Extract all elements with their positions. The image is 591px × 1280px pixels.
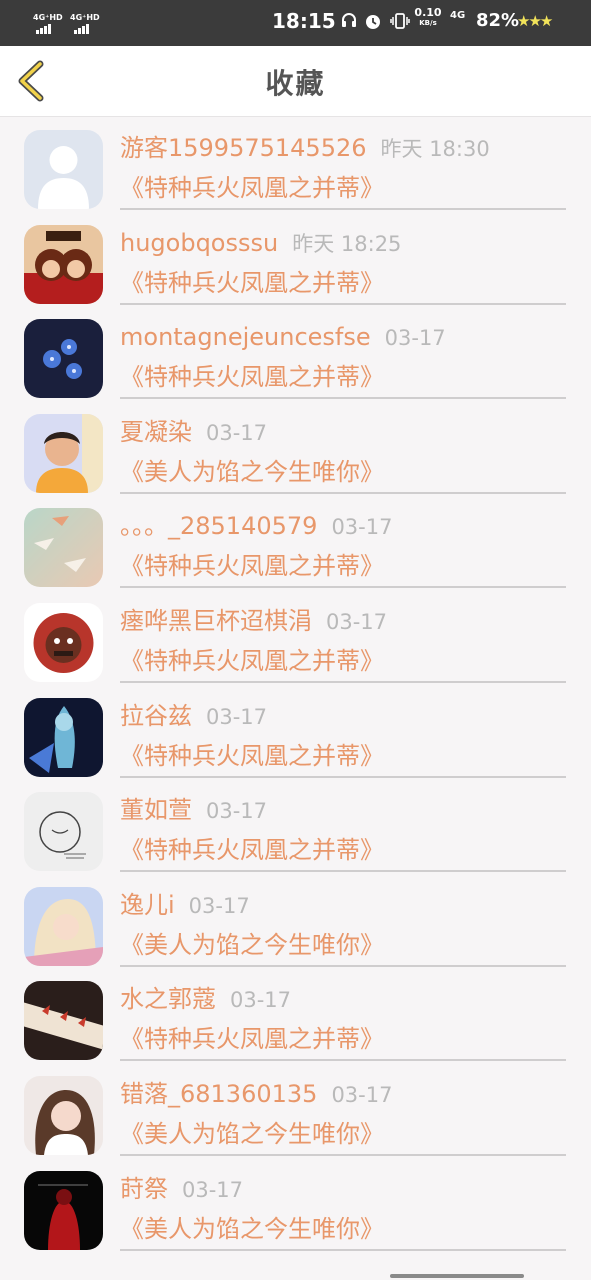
list-item[interactable]: hugobqosssu 昨天 18:25 《特种兵火凤凰之并蒂》 (0, 211, 591, 306)
item-header: 夏凝染 03-17 (120, 418, 267, 447)
timestamp: 03-17 (230, 988, 292, 1013)
item-header: 水之郭蔻 03-17 (120, 985, 291, 1014)
user-name[interactable]: 莳祭 (120, 1175, 168, 1203)
user-name[interactable]: 夏凝染 (120, 418, 192, 446)
sim1-label: 4G⁺HD (33, 13, 63, 22)
battery-level: 82% (476, 10, 520, 31)
network-speed: 0.10 KB/s (414, 7, 442, 28)
sim2-signal-icon (74, 24, 89, 34)
book-title[interactable]: 《特种兵火凤凰之并蒂》 (120, 647, 384, 675)
clock: 18:15 (272, 9, 336, 33)
stars-icon: ★★★ (517, 12, 553, 30)
timestamp: 03-17 (206, 420, 268, 445)
book-title[interactable]: 《特种兵火凤凰之并蒂》 (120, 742, 384, 770)
book-title[interactable]: 《特种兵火凤凰之并蒂》 (120, 174, 384, 202)
timestamp: 03-17 (331, 1082, 393, 1107)
book-title[interactable]: 《特种兵火凤凰之并蒂》 (120, 836, 384, 864)
book-title[interactable]: 《美人为馅之今生唯你》 (120, 1215, 384, 1243)
avatar[interactable] (24, 130, 103, 209)
vibrate-icon (390, 13, 410, 29)
user-name[interactable]: 游客1599575145526 (120, 134, 367, 162)
sim2-label: 4G⁺HD (70, 13, 100, 22)
list-item[interactable]: 莳祭 03-17 《美人为馅之今生唯你》 (0, 1157, 591, 1252)
timestamp: 03-17 (331, 515, 393, 540)
list-item[interactable]: 游客1599575145526 昨天 18:30 《特种兵火凤凰之并蒂》 (0, 116, 591, 211)
item-header: 。。。_285140579 03-17 (120, 512, 392, 541)
timestamp: 03-17 (182, 1177, 244, 1202)
list-item[interactable]: 董如萱 03-17 《特种兵火凤凰之并蒂》 (0, 778, 591, 873)
item-header: hugobqosssu 昨天 18:25 (120, 229, 401, 258)
sim1-signal-icon (36, 24, 51, 34)
book-title[interactable]: 《特种兵火凤凰之并蒂》 (120, 1025, 384, 1053)
avatar[interactable] (24, 413, 103, 493)
item-header: 董如萱 03-17 (120, 796, 267, 825)
user-name[interactable]: 董如萱 (120, 796, 192, 824)
book-title[interactable]: 《美人为馅之今生唯你》 (120, 458, 384, 486)
item-header: 拉谷兹 03-17 (120, 702, 267, 731)
user-name[interactable]: hugobqosssu (120, 229, 278, 257)
user-name[interactable]: 错落_681360135 (120, 1080, 317, 1108)
avatar[interactable] (24, 1170, 103, 1250)
timestamp: 03-17 (326, 609, 388, 634)
user-name[interactable]: 拉谷兹 (120, 702, 192, 730)
avatar[interactable] (24, 602, 103, 682)
scroll-indicator[interactable] (390, 1274, 524, 1278)
avatar[interactable] (24, 508, 103, 588)
headphone-icon (342, 13, 356, 27)
list-item[interactable]: 水之郭蔻 03-17 《特种兵火凤凰之并蒂》 (0, 967, 591, 1062)
book-title[interactable]: 《美人为馅之今生唯你》 (120, 931, 384, 959)
item-header: 错落_681360135 03-17 (120, 1080, 392, 1109)
item-header: 逸儿i 03-17 (120, 891, 250, 920)
avatar[interactable] (24, 1075, 103, 1155)
timestamp: 昨天 18:30 (380, 137, 490, 161)
status-bar: 4G⁺HD 4G⁺HD 18:15 0.10 KB/s 4G 82% ★★★ (0, 0, 591, 46)
nav-bar: 收藏 (0, 46, 591, 117)
list-item[interactable]: 夏凝染 03-17 《美人为馅之今生唯你》 (0, 400, 591, 495)
speed-unit: KB/s (419, 19, 437, 27)
timestamp: 03-17 (206, 704, 268, 729)
book-title[interactable]: 《美人为馅之今生唯你》 (120, 1120, 384, 1148)
user-name[interactable]: montagnejeuncesfse (120, 323, 371, 351)
avatar[interactable] (24, 697, 103, 777)
divider (120, 1248, 566, 1251)
avatar[interactable] (24, 224, 103, 304)
network-type: 4G (450, 10, 466, 21)
avatar[interactable] (24, 886, 103, 966)
item-header: 瘗哗黑巨杯迢棋涓 03-17 (120, 607, 387, 636)
book-title[interactable]: 《特种兵火凤凰之并蒂》 (120, 363, 384, 391)
speed-value: 0.10 (414, 6, 442, 19)
avatar[interactable] (24, 981, 103, 1061)
user-name[interactable]: 瘗哗黑巨杯迢棋涓 (120, 607, 312, 635)
avatar[interactable] (24, 319, 103, 399)
user-name[interactable]: 。。。_285140579 (120, 512, 317, 540)
list-item[interactable]: 错落_681360135 03-17 《美人为馅之今生唯你》 (0, 1062, 591, 1157)
item-header: montagnejeuncesfse 03-17 (120, 323, 446, 352)
page-title: 收藏 (265, 67, 326, 100)
avatar[interactable] (24, 792, 103, 872)
list-item[interactable]: 瘗哗黑巨杯迢棋涓 03-17 《特种兵火凤凰之并蒂》 (0, 589, 591, 684)
user-name[interactable]: 逸儿i (120, 891, 175, 919)
alarm-icon (366, 15, 380, 29)
item-header: 莳祭 03-17 (120, 1175, 243, 1204)
timestamp: 昨天 18:25 (292, 231, 402, 256)
timestamp: 03-17 (384, 326, 446, 351)
favorites-list: 游客1599575145526 昨天 18:30 《特种兵火凤凰之并蒂》 hugo… (0, 116, 591, 1251)
list-item[interactable]: 。。。_285140579 03-17 《特种兵火凤凰之并蒂》 (0, 494, 591, 589)
timestamp: 03-17 (188, 893, 250, 918)
book-title[interactable]: 《特种兵火凤凰之并蒂》 (120, 552, 384, 580)
list-item[interactable]: 拉谷兹 03-17 《特种兵火凤凰之并蒂》 (0, 684, 591, 779)
user-name[interactable]: 水之郭蔻 (120, 985, 216, 1013)
list-item[interactable]: montagnejeuncesfse 03-17 《特种兵火凤凰之并蒂》 (0, 305, 591, 400)
book-title[interactable]: 《特种兵火凤凰之并蒂》 (120, 269, 384, 297)
list-item[interactable]: 逸儿i 03-17 《美人为馅之今生唯你》 (0, 873, 591, 968)
timestamp: 03-17 (206, 799, 268, 824)
item-header: 游客1599575145526 昨天 18:30 (120, 134, 490, 163)
